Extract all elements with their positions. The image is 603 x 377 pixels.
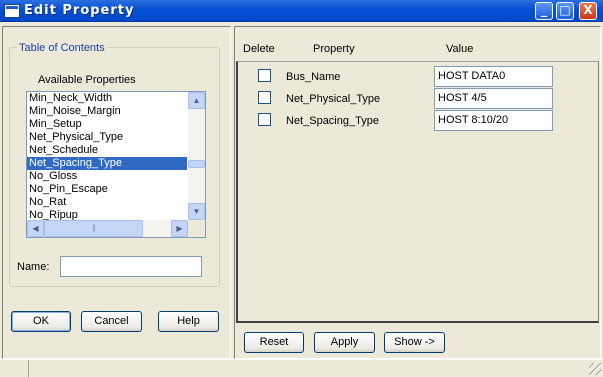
window-icon bbox=[4, 4, 20, 18]
resize-grip-icon[interactable] bbox=[589, 363, 601, 375]
title-bar[interactable]: Edit Property _ □ X bbox=[0, 0, 603, 22]
property-list-item[interactable]: Min_Neck_Width bbox=[27, 92, 187, 105]
delete-checkbox[interactable] bbox=[258, 91, 271, 104]
property-list-item[interactable]: No_Rat bbox=[27, 196, 187, 209]
status-separator bbox=[28, 360, 29, 377]
cancel-button[interactable]: Cancel bbox=[81, 311, 142, 332]
reset-button[interactable]: Reset bbox=[244, 332, 304, 353]
name-label: Name: bbox=[17, 261, 50, 273]
delete-checkbox[interactable] bbox=[258, 113, 271, 126]
available-properties-list[interactable]: Min_Neck_Width Min_Noise_Margin Min_Setup N… bbox=[26, 91, 206, 238]
help-button[interactable]: Help bbox=[158, 311, 219, 332]
show-button[interactable]: Show -> bbox=[384, 332, 445, 353]
scroll-corner bbox=[188, 220, 205, 237]
scroll-down-arrow-icon[interactable]: ▼ bbox=[188, 203, 205, 220]
property-value-input[interactable]: HOST DATA0 bbox=[434, 66, 553, 87]
property-name: Bus_Name bbox=[286, 71, 341, 83]
window-title: Edit Property bbox=[24, 3, 135, 18]
close-button[interactable]: X bbox=[579, 2, 597, 20]
scroll-up-arrow-icon[interactable]: ▲ bbox=[188, 92, 205, 109]
properties-list-items: Min_Neck_Width Min_Noise_Margin Min_Setup N… bbox=[27, 92, 187, 220]
property-value-input[interactable]: HOST 4/5 bbox=[434, 88, 553, 109]
status-bar bbox=[0, 359, 603, 377]
horizontal-scrollbar[interactable]: ◀ ||| ▶ bbox=[27, 220, 188, 237]
property-name: Net_Physical_Type bbox=[286, 93, 381, 105]
property-list-item[interactable]: Net_Schedule bbox=[27, 144, 187, 157]
property-list-item[interactable]: Net_Spacing_Type bbox=[27, 157, 187, 170]
property-list-item[interactable]: No_Ripup bbox=[27, 209, 187, 220]
name-input[interactable] bbox=[60, 256, 202, 277]
horizontal-scroll-thumb[interactable]: ||| bbox=[44, 220, 143, 237]
minimize-button[interactable]: _ bbox=[535, 2, 553, 20]
property-list-item[interactable]: No_Gloss bbox=[27, 170, 187, 183]
property-column-header: Property bbox=[313, 43, 355, 55]
scroll-right-arrow-icon[interactable]: ▶ bbox=[171, 220, 188, 237]
vertical-scrollbar[interactable]: ▲ ▼ bbox=[188, 92, 205, 220]
property-list-item[interactable]: No_Pin_Escape bbox=[27, 183, 187, 196]
table-of-contents-title: Table of Contents bbox=[17, 42, 107, 54]
delete-checkbox[interactable] bbox=[258, 69, 271, 82]
apply-button[interactable]: Apply bbox=[314, 332, 375, 353]
ok-button[interactable]: OK bbox=[11, 311, 71, 332]
delete-column-header: Delete bbox=[243, 43, 275, 55]
vertical-scroll-thumb[interactable] bbox=[188, 160, 205, 168]
maximize-button[interactable]: □ bbox=[556, 2, 574, 20]
available-properties-label: Available Properties bbox=[38, 74, 136, 86]
property-list-item[interactable]: Min_Setup bbox=[27, 118, 187, 131]
property-list-item[interactable]: Net_Physical_Type bbox=[27, 131, 187, 144]
value-column-header: Value bbox=[446, 43, 474, 55]
property-list-item[interactable]: Min_Noise_Margin bbox=[27, 105, 187, 118]
property-value-input[interactable]: HOST 8:10/20 bbox=[434, 110, 553, 131]
scroll-left-arrow-icon[interactable]: ◀ bbox=[27, 220, 44, 237]
property-name: Net_Spacing_Type bbox=[286, 115, 379, 127]
